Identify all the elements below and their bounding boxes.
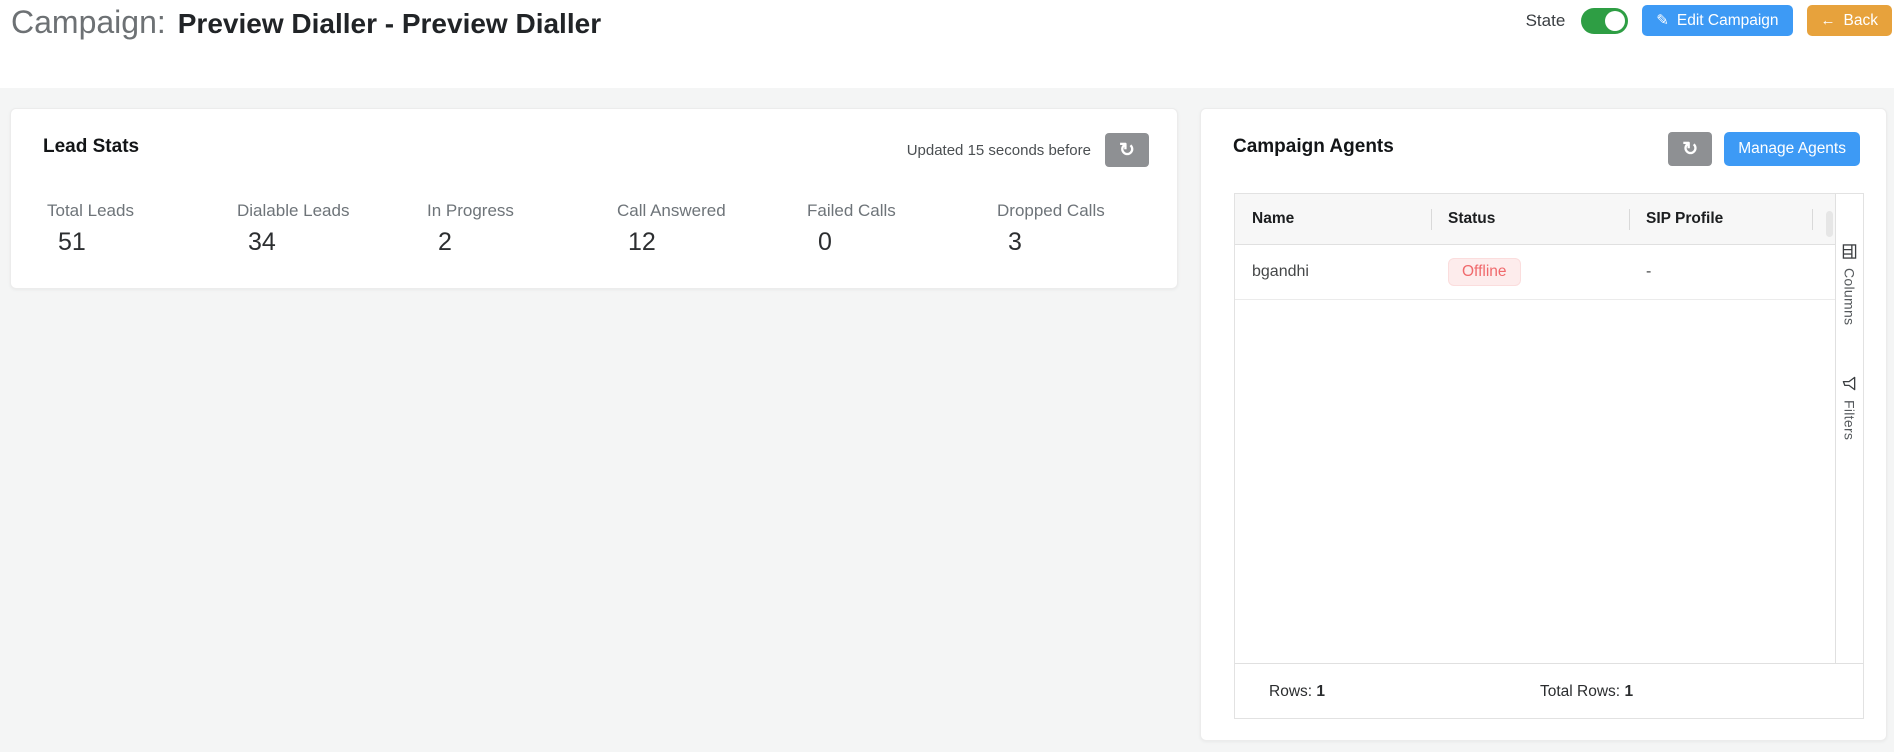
stat-value: 0	[807, 228, 997, 257]
lead-stats-row: Total Leads 51 Dialable Leads 34 In Prog…	[47, 201, 1187, 257]
stat-label: Call Answered	[617, 201, 807, 221]
stat-in-progress: In Progress 2	[427, 201, 617, 257]
rows-count: Rows: 1	[1269, 683, 1325, 701]
stat-label: Failed Calls	[807, 201, 997, 221]
arrow-left-icon: ←	[1821, 13, 1836, 28]
stat-value: 2	[427, 228, 617, 257]
table-columns-icon	[1842, 244, 1857, 259]
refresh-icon: ↻	[1119, 141, 1135, 160]
manage-agents-button[interactable]: Manage Agents	[1724, 132, 1860, 166]
agents-table-content: Name Status SIP Profile bgandhi Offline …	[1235, 194, 1835, 663]
page-title: Campaign: Preview Dialler - Preview Dial…	[11, 4, 601, 41]
stat-value: 51	[47, 228, 237, 257]
stat-total-leads: Total Leads 51	[47, 201, 237, 257]
stat-label: Dialable Leads	[237, 201, 427, 221]
updated-text: Updated 15 seconds before	[907, 142, 1091, 159]
agent-name-cell: bgandhi	[1235, 263, 1431, 281]
stat-value: 34	[237, 228, 427, 257]
column-header-sip-profile[interactable]: SIP Profile	[1629, 210, 1835, 228]
state-label: State	[1526, 11, 1566, 31]
agents-refresh-button[interactable]: ↻	[1668, 132, 1712, 166]
table-side-panel: Columns Filters	[1835, 194, 1863, 663]
refresh-icon: ↻	[1682, 140, 1698, 159]
stat-dropped-calls: Dropped Calls 3	[997, 201, 1187, 257]
total-rows-value: 1	[1624, 683, 1633, 700]
column-separator	[1812, 209, 1813, 230]
table-scrollbar-thumb[interactable]	[1826, 211, 1833, 237]
filters-tab-label: Filters	[1842, 400, 1858, 440]
lead-stats-card: Lead Stats Updated 15 seconds before ↻ T…	[10, 108, 1178, 289]
table-row[interactable]: bgandhi Offline -	[1235, 245, 1835, 300]
agent-sip-profile-cell: -	[1629, 263, 1835, 281]
toggle-knob	[1605, 11, 1625, 31]
manage-agents-label: Manage Agents	[1738, 140, 1846, 158]
back-button[interactable]: ← Back	[1807, 5, 1892, 36]
column-header-name[interactable]: Name	[1235, 210, 1431, 228]
state-toggle[interactable]	[1581, 8, 1628, 34]
status-badge: Offline	[1448, 258, 1521, 286]
stat-call-answered: Call Answered 12	[617, 201, 807, 257]
campaign-agents-card: Campaign Agents ↻ Manage Agents Name Sta…	[1200, 108, 1887, 741]
edit-campaign-button[interactable]: ✎ Edit Campaign	[1642, 5, 1792, 36]
filters-tab[interactable]: Filters	[1836, 376, 1863, 440]
agents-table: Name Status SIP Profile bgandhi Offline …	[1234, 193, 1864, 719]
campaign-name: Preview Dialler - Preview Dialler	[178, 8, 601, 40]
agents-actions: ↻ Manage Agents	[1668, 132, 1860, 166]
stat-failed-calls: Failed Calls 0	[807, 201, 997, 257]
column-separator	[1431, 209, 1432, 230]
pencil-icon: ✎	[1656, 13, 1669, 28]
table-footer: Rows: 1 Total Rows: 1	[1235, 663, 1863, 718]
stat-dialable-leads: Dialable Leads 34	[237, 201, 427, 257]
lead-stats-updated-row: Updated 15 seconds before ↻	[907, 133, 1149, 167]
edit-campaign-label: Edit Campaign	[1677, 12, 1779, 30]
lead-stats-title: Lead Stats	[43, 136, 139, 158]
back-label: Back	[1844, 12, 1878, 30]
total-rows-count: Total Rows: 1	[1540, 683, 1633, 701]
stat-value: 12	[617, 228, 807, 257]
page-title-prefix: Campaign:	[11, 4, 166, 41]
column-header-status[interactable]: Status	[1431, 210, 1629, 228]
columns-tab-label: Columns	[1842, 268, 1858, 325]
columns-tab[interactable]: Columns	[1836, 244, 1863, 325]
agents-table-header: Name Status SIP Profile	[1235, 194, 1835, 245]
rows-label: Rows:	[1269, 683, 1312, 700]
column-separator	[1629, 209, 1630, 230]
total-rows-label: Total Rows:	[1540, 683, 1620, 700]
agent-status-cell: Offline	[1431, 258, 1629, 286]
funnel-icon	[1842, 376, 1857, 391]
stat-label: In Progress	[427, 201, 617, 221]
lead-stats-refresh-button[interactable]: ↻	[1105, 133, 1149, 167]
campaign-agents-title: Campaign Agents	[1233, 136, 1394, 158]
stat-label: Dropped Calls	[997, 201, 1187, 221]
stat-value: 3	[997, 228, 1187, 257]
stat-label: Total Leads	[47, 201, 237, 221]
rows-value: 1	[1316, 683, 1325, 700]
header-controls: State ✎ Edit Campaign ← Back	[1526, 5, 1892, 36]
